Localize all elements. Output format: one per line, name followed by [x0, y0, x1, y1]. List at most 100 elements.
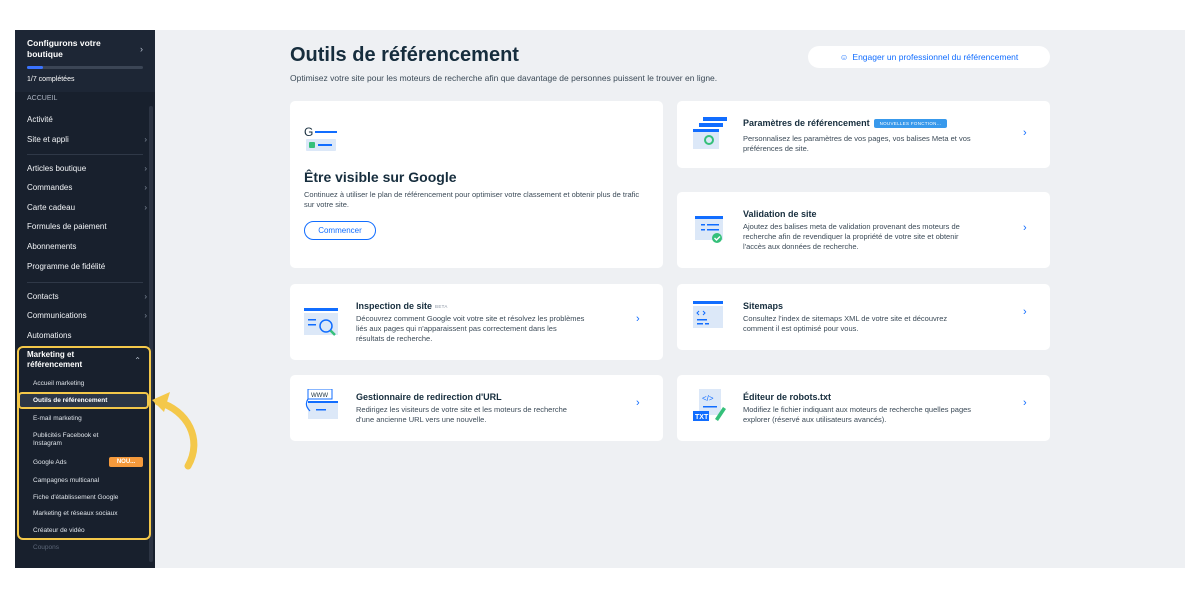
site-inspection-title: Inspection de site BETA	[356, 301, 448, 311]
sidebar-item-label: Automations	[27, 331, 72, 340]
setup-progress-label: 1/7 complétées	[27, 76, 75, 83]
start-button[interactable]: Commencer	[304, 221, 376, 240]
users-icon: ☺	[839, 52, 849, 62]
seo-settings-title: Paramètres de référencement NOUVELLES FON…	[743, 118, 948, 129]
svg-text:TXT: TXT	[695, 414, 709, 421]
sitemaps-card[interactable]: Sitemaps Consultez l'index de sitemaps X…	[677, 284, 1050, 350]
chevron-right-icon: ›	[140, 44, 143, 54]
sidebar-item-label: Abonnements	[27, 242, 77, 251]
sidebar-subitem-fiche-google[interactable]: Fiche d'établissement Google	[33, 494, 145, 502]
sidebar-item-label: Activité	[27, 115, 53, 124]
svg-text:G: G	[304, 125, 313, 139]
sidebar-item-label: Contacts	[27, 292, 59, 301]
sitemap-icon	[693, 301, 723, 328]
sidebar-divider	[27, 154, 143, 155]
chevron-right-icon: ›	[144, 311, 147, 320]
chevron-right-icon: ›	[144, 183, 147, 192]
sidebar-subitem-createur-video[interactable]: Créateur de vidéo	[33, 527, 145, 535]
chevron-right-icon[interactable]: ›	[636, 397, 640, 409]
setup-progress-fill	[27, 66, 44, 69]
inspection-magnifier-icon	[304, 308, 338, 336]
chevron-right-icon[interactable]: ›	[636, 313, 640, 325]
chevron-right-icon[interactable]: ›	[1023, 306, 1027, 318]
sidebar-subitem-outils-referencement[interactable]: Outils de référencement	[33, 397, 145, 405]
google-card-title: Être visible sur Google	[304, 169, 457, 185]
sidebar-item-label: Carte cadeau	[27, 203, 76, 212]
chevron-right-icon[interactable]: ›	[1023, 222, 1027, 234]
sidebar-item-label: Communications	[27, 311, 87, 320]
sidebar-item-label: Accueil	[27, 95, 58, 102]
site-verification-title: Validation de site	[743, 209, 817, 219]
new-badge: NOU...	[109, 457, 143, 467]
sidebar-subitem-campagnes-multicanal[interactable]: Campagnes multicanal	[33, 477, 145, 485]
sidebar-item-site-et-appli[interactable]: Site et appli ›	[27, 135, 147, 145]
page-title: Outils de référencement	[290, 44, 519, 66]
url-redirect-title: Gestionnaire de redirection d'URL	[356, 392, 502, 402]
site-verification-card[interactable]: Validation de site Ajoutez des balises m…	[677, 192, 1050, 268]
sidebar-item-label: Commandes	[27, 183, 73, 192]
sidebar-divider	[27, 282, 143, 283]
seo-settings-card[interactable]: Paramètres de référencement NOUVELLES FON…	[677, 101, 1050, 168]
seo-settings-description: Personnalisez les paramètres de vos page…	[743, 134, 971, 153]
robots-txt-title: Éditeur de robots.txt	[743, 392, 832, 402]
sidebar-item-articles-boutique[interactable]: Articles boutique ›	[27, 164, 147, 174]
pointer-arrow-annotation	[152, 392, 198, 470]
verification-icon	[695, 216, 723, 243]
site-inspection-card[interactable]: Inspection de site BETA Découvrez comment…	[290, 284, 663, 360]
sidebar-item-contacts[interactable]: Contacts ›	[27, 292, 147, 302]
url-redirect-icon: WWW	[305, 389, 338, 419]
svg-text:</>: </>	[702, 394, 714, 403]
setup-title: Configurons votre boutique	[27, 38, 101, 59]
robots-file-icon: </> TXT	[693, 389, 726, 421]
chevron-right-icon: ›	[144, 203, 147, 212]
seo-settings-title-text: Paramètres de référencement	[743, 118, 870, 128]
sidebar-item-accueil[interactable]: Accueil	[27, 94, 147, 104]
site-verification-description: Ajoutez des balises meta de validation p…	[743, 222, 960, 251]
robots-txt-description: Modifiez le fichier indiquant aux moteur…	[743, 405, 972, 424]
setup-widget[interactable]: Configurons votre boutique › 1/7 complét…	[15, 30, 155, 92]
url-redirect-card[interactable]: WWW Gestionnaire de redirection d'URL Re…	[290, 375, 663, 441]
sidebar-subitem-facebook-instagram[interactable]: Publicités Facebook et Instagram	[33, 432, 123, 448]
hire-seo-pro-button[interactable]: ☺ Engager un professionnel du référenceme…	[808, 46, 1050, 68]
sidebar-item-communications[interactable]: Communications ›	[27, 311, 147, 321]
sidebar-item-label: Site et appli	[27, 135, 69, 144]
chevron-right-icon: ›	[144, 135, 147, 144]
google-visibility-card: G Être visible sur Google Continuez à ut…	[290, 101, 663, 268]
sitemaps-title: Sitemaps	[743, 301, 784, 311]
sidebar-item-carte-cadeau[interactable]: Carte cadeau ›	[27, 203, 147, 213]
chevron-right-icon[interactable]: ›	[1023, 397, 1027, 409]
page-subtitle: Optimisez votre site pour les moteurs de…	[290, 73, 718, 83]
sidebar-item-formules-paiement[interactable]: Formules de paiement	[27, 222, 147, 232]
sidebar-item-label: Formules de paiement	[27, 222, 107, 231]
sidebar-item-automations[interactable]: Automations	[27, 331, 147, 341]
sidebar-item-activite[interactable]: Activité	[27, 115, 147, 125]
settings-pages-icon	[693, 117, 727, 149]
new-features-tag: NOUVELLES FONCTION...	[873, 119, 948, 129]
site-inspection-title-text: Inspection de site	[356, 301, 433, 311]
app-frame: Configurons votre boutique › 1/7 complét…	[15, 30, 1185, 568]
sidebar-item-commandes[interactable]: Commandes ›	[27, 183, 147, 193]
sitemaps-description: Consultez l'index de sitemaps XML de vot…	[743, 314, 948, 333]
sidebar-subitem-accueil-marketing[interactable]: Accueil marketing	[33, 380, 145, 388]
google-plan-icon: G	[304, 125, 337, 151]
chevron-right-icon: ›	[144, 164, 147, 173]
sidebar-item-label: Articles boutique	[27, 164, 87, 173]
site-inspection-description: Découvrez comment Google voit votre site…	[356, 314, 585, 343]
setup-progress-bar	[27, 66, 143, 69]
chevron-right-icon[interactable]: ›	[1023, 127, 1027, 139]
google-card-description: Continuez à utiliser le plan de référenc…	[304, 190, 640, 209]
sidebar-subitem-reseaux-sociaux[interactable]: Marketing et réseaux sociaux	[33, 510, 145, 518]
chevron-right-icon: ›	[144, 292, 147, 301]
robots-txt-card[interactable]: </> TXT Éditeur de robots.txt Modifiez l…	[677, 375, 1050, 441]
hire-seo-pro-label: Engager un professionnel du référencemen…	[852, 52, 1019, 62]
svg-text:WWW: WWW	[311, 393, 328, 399]
url-redirect-description: Redirigez les visiteurs de votre site et…	[356, 405, 567, 424]
chevron-up-icon[interactable]: ⌃	[134, 356, 141, 365]
sidebar-subitem-coupons[interactable]: Coupons	[33, 544, 145, 552]
sidebar-group-marketing[interactable]: Marketing et référencement	[27, 350, 117, 370]
sidebar-subitem-email-marketing[interactable]: E-mail marketing	[33, 415, 145, 423]
sidebar: Configurons votre boutique › 1/7 complét…	[15, 30, 155, 568]
sidebar-item-label: Programme de fidélité	[27, 262, 106, 271]
sidebar-item-abonnements[interactable]: Abonnements	[27, 242, 147, 252]
sidebar-item-fidelite[interactable]: Programme de fidélité	[27, 262, 147, 272]
